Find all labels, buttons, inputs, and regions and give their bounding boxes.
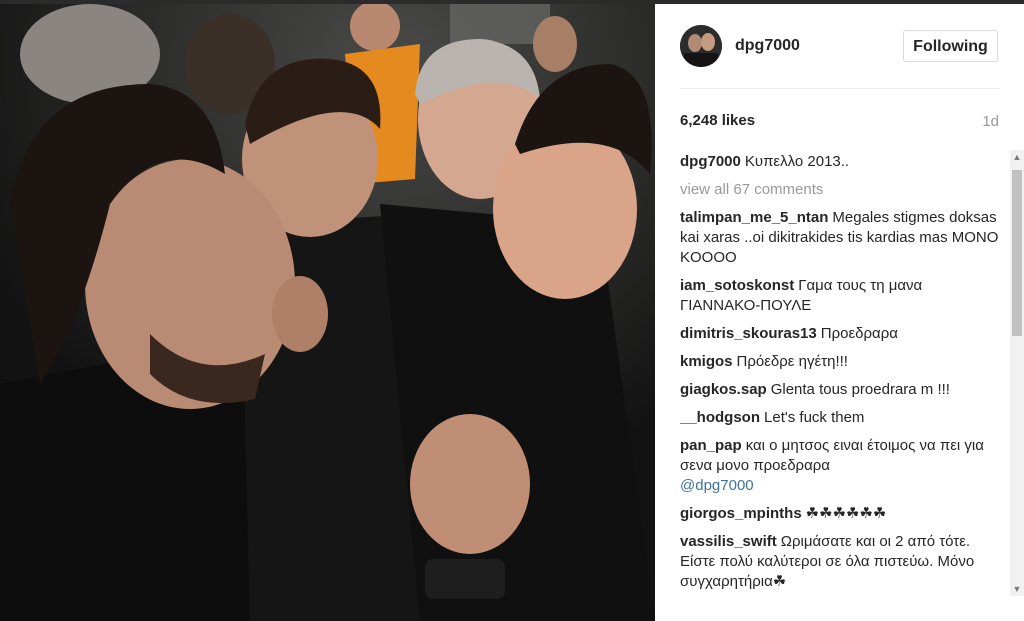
caption-text: Κυπελλο 2013.. — [744, 153, 850, 170]
comment-item: dimitris_skouras13 Προεδραρα — [680, 324, 1000, 344]
post-time[interactable]: 1d — [982, 113, 999, 130]
comment-item: giorgos_mpinths ☘☘☘☘☘☘ — [680, 504, 1000, 524]
comment-text: Πρόεδρε ηγέτη!!! — [736, 353, 848, 370]
comment-username[interactable]: pan_pap — [680, 437, 742, 454]
following-button[interactable]: Following — [903, 30, 998, 62]
comment-username[interactable]: dimitris_skouras13 — [680, 325, 817, 342]
likes-count[interactable]: 6,248 likes — [680, 112, 755, 129]
post-caption: dpg7000 Κυπελλο 2013.. — [680, 152, 1000, 172]
comment-item: __hodgson Let's fuck them — [680, 408, 1000, 428]
comment-text: Let's fuck them — [764, 409, 865, 426]
comment-text: Glenta tous proedrara m !!! — [770, 381, 950, 398]
caption-username[interactable]: dpg7000 — [680, 153, 741, 170]
scrollbar-thumb[interactable] — [1012, 170, 1022, 336]
comments-list[interactable]: dpg7000 Κυπελλο 2013.. view all 67 commen… — [680, 152, 1000, 602]
comment-username[interactable]: iam_sotoskonst — [680, 277, 794, 294]
comment-mention-link[interactable]: @dpg7000 — [680, 477, 754, 494]
post-details-panel: dpg7000 Following 6,248 likes 1d dpg7000… — [655, 4, 1024, 621]
comment-item: kmigos Πρόεδρε ηγέτη!!! — [680, 352, 1000, 372]
comment-username[interactable]: talimpan_me_5_ntan — [680, 209, 828, 226]
view-all-comments-link[interactable]: view all 67 comments — [680, 180, 1000, 200]
comments-scrollbar[interactable]: ▲ ▼ — [1010, 150, 1024, 596]
comment-username[interactable]: giagkos.sap — [680, 381, 767, 398]
post-header: dpg7000 Following — [655, 4, 1024, 88]
scroll-up-arrow-icon[interactable]: ▲ — [1010, 150, 1024, 164]
comment-item: talimpan_me_5_ntan Megales stigmes doksas… — [680, 208, 1000, 268]
comment-item: pan_pap και ο μητσος ειναι έτοιμος να πει… — [680, 436, 1000, 496]
comment-item: vassilis_swift Ωριμάσατε και οι 2 από τότ… — [680, 532, 1000, 592]
avatar-image — [680, 25, 722, 67]
avatar[interactable] — [680, 25, 722, 67]
comment-item: iam_sotoskonst Γαμα τους τη μανα ΓΙΑΝΝΑΚΟ… — [680, 276, 1000, 316]
comment-username[interactable]: kmigos — [680, 353, 733, 370]
comment-item: giagkos.sap Glenta tous proedrara m !!! — [680, 380, 1000, 400]
comment-username[interactable]: __hodgson — [680, 409, 760, 426]
comment-username[interactable]: vassilis_swift — [680, 533, 777, 550]
comment-text: ☘☘☘☘☘☘ — [805, 505, 887, 522]
post-username[interactable]: dpg7000 — [735, 37, 800, 55]
post-photo-image — [0, 4, 655, 621]
comment-username[interactable]: giorgos_mpinths — [680, 505, 802, 522]
scroll-down-arrow-icon[interactable]: ▼ — [1010, 582, 1024, 596]
header-divider — [680, 88, 1000, 89]
comment-text: Προεδραρα — [820, 325, 898, 342]
post-photo[interactable] — [0, 4, 655, 621]
